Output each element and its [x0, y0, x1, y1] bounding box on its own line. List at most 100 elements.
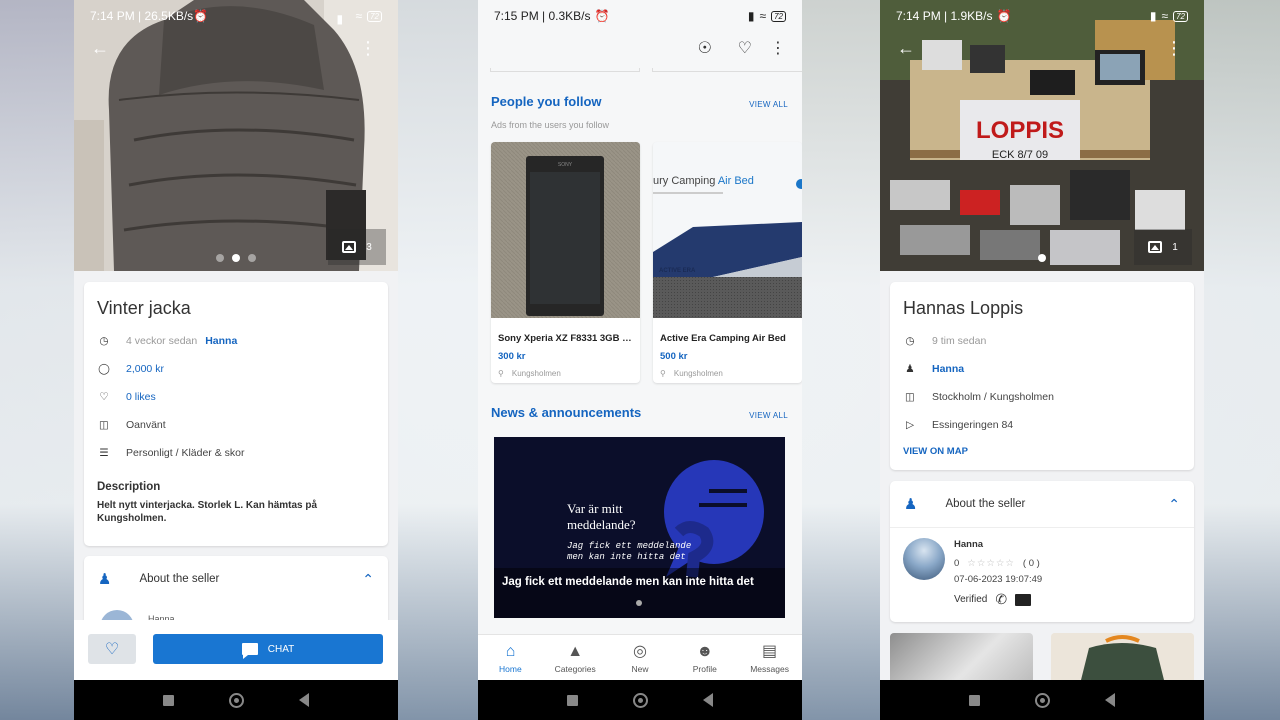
- background-blur-right: [1204, 0, 1280, 720]
- recents-button[interactable]: [969, 694, 980, 706]
- chevron-up-icon: ⌃: [362, 570, 374, 587]
- description-text: Helt nytt vinterjacka. Storlek L. Kan hä…: [97, 500, 318, 524]
- photo-count-button[interactable]: 3: [328, 229, 386, 265]
- notifications-icon[interactable]: ☉: [698, 38, 712, 58]
- back-button[interactable]: ←: [82, 30, 118, 66]
- status-bar: 7:14 PM | 1.9KB/s ⏰ ▮ ≈ 72: [880, 0, 1204, 32]
- status-bar: 7:15 PM | 0.3KB/s ⏰ ▮ ≈ 72: [478, 0, 802, 32]
- photo-count-button[interactable]: 1: [1134, 229, 1192, 265]
- heart-icon: ♡: [99, 391, 109, 403]
- about-seller-title: About the seller: [945, 498, 1026, 510]
- area-row: ◫ Stockholm / Kungsholmen: [890, 383, 1194, 411]
- chat-button[interactable]: CHAT: [153, 634, 383, 664]
- news-headline-1: Var är mitt: [567, 501, 623, 516]
- signal-icon: ▮: [336, 11, 344, 26]
- phone-product-image: SONY: [491, 142, 640, 318]
- home-button[interactable]: [229, 692, 244, 708]
- product-location-text: Kungsholmen: [673, 369, 723, 378]
- more-options-button[interactable]: ⋮: [350, 30, 386, 66]
- people-you-follow-subtitle: Ads from the users you follow: [491, 120, 610, 130]
- product-image-text: SONY: [558, 162, 573, 168]
- posted-row: ◷ 4 veckor sedan Hanna: [84, 327, 388, 355]
- view-all-news-link[interactable]: VIEW ALL: [749, 411, 788, 420]
- label-icon: ▷: [905, 419, 915, 431]
- news-carousel-dot: [636, 600, 642, 606]
- arrow-left-icon: ←: [897, 37, 915, 58]
- about-seller-header[interactable]: ♟ About the seller ⌃: [84, 556, 388, 602]
- seller-link[interactable]: Hanna: [932, 363, 964, 375]
- tab-home[interactable]: ⌂ Home: [478, 635, 543, 680]
- seller-link[interactable]: Hanna: [205, 335, 237, 347]
- product-image-text: ury Camping: [653, 175, 718, 187]
- listing-details-card: Vinter jacka ◷ 4 veckor sedan Hanna ◯ 2,…: [84, 282, 388, 546]
- avatar[interactable]: [903, 538, 945, 580]
- home-button[interactable]: [633, 692, 648, 708]
- system-back-button[interactable]: [299, 693, 309, 707]
- about-seller-title: About the seller: [139, 573, 220, 585]
- photo-count: 1: [1172, 241, 1178, 253]
- phone-icon[interactable]: ✆: [995, 591, 1007, 608]
- more-options-button[interactable]: ⋮: [1156, 30, 1192, 66]
- recents-button[interactable]: [163, 694, 174, 706]
- tab-label: New: [631, 664, 649, 674]
- related-listing-thumbnail[interactable]: [890, 633, 1033, 680]
- back-button[interactable]: ←: [888, 30, 924, 66]
- tab-label: Messages: [750, 664, 789, 674]
- email-icon[interactable]: [1015, 593, 1032, 606]
- alarm-icon: ⏰: [594, 9, 610, 23]
- system-back-button[interactable]: [1105, 693, 1115, 707]
- divider: [890, 527, 1194, 528]
- about-seller-header[interactable]: ♟ About the seller ⌃: [890, 481, 1194, 527]
- tab-new[interactable]: ◎ New: [608, 635, 673, 680]
- rating-value: 0: [954, 558, 960, 569]
- news-card[interactable]: Var är mitt meddelande? Jag fick ett med…: [494, 437, 785, 618]
- favorite-button[interactable]: ♡: [88, 634, 136, 664]
- tab-profile[interactable]: ☻ Profile: [672, 635, 737, 680]
- seller-name[interactable]: Hanna: [954, 539, 983, 550]
- recents-button[interactable]: [567, 694, 578, 706]
- condition-row: ◫ Oanvänt: [84, 411, 388, 439]
- listing-details-card: Hannas Loppis ◷ 9 tim sedan ♟ Hanna ◫ St…: [890, 282, 1194, 470]
- home-button[interactable]: [1035, 692, 1050, 708]
- svg-text:ury Camping Air Bed: ury Camping Air Bed: [653, 175, 754, 187]
- view-on-map-link[interactable]: VIEW ON MAP: [903, 446, 968, 457]
- alarm-icon: ⏰: [996, 9, 1012, 23]
- listing-photo-carousel[interactable]: 7:14 PM | 26.5KB/s ⏰ ▮ ≈ 72 ← ⋮ 3: [74, 0, 398, 271]
- likes-count[interactable]: 0 likes: [126, 391, 156, 403]
- categories-icon: ▲: [567, 643, 584, 660]
- garment-photo: [1051, 633, 1194, 680]
- condition-icon: ◫: [99, 419, 109, 431]
- person-icon: ♟: [905, 363, 915, 375]
- product-card[interactable]: ury Camping Air Bed ACTIVE ERA Active Er…: [653, 142, 802, 383]
- loppis-photo-carousel[interactable]: LOPPIS ECK 8/7 09 7:14 PM | 1.9KB/s ⏰ ▮ …: [880, 0, 1204, 271]
- previous-card-edge: [490, 68, 640, 72]
- signal-icon: ▮: [1149, 9, 1157, 23]
- related-listing-thumbnail[interactable]: [1051, 633, 1194, 680]
- more-vert-icon[interactable]: ⋮: [770, 38, 786, 58]
- location-pin-icon: ⚲: [498, 369, 504, 378]
- loppis-screen: LOPPIS ECK 8/7 09 7:14 PM | 1.9KB/s ⏰ ▮ …: [880, 0, 1204, 720]
- product-location-text: Kungsholmen: [511, 369, 561, 378]
- background-blur-middle-1: [398, 0, 478, 720]
- verified-row: Verified ✆: [954, 591, 1032, 608]
- system-nav-bar: [74, 680, 398, 720]
- tab-label: Profile: [692, 664, 717, 674]
- system-back-button[interactable]: [703, 693, 713, 707]
- news-subline-2: men kan inte hitta det: [567, 552, 686, 562]
- tab-categories[interactable]: ▲ Categories: [543, 635, 608, 680]
- home-icon: ⌂: [505, 643, 516, 660]
- wifi-icon: ≈: [355, 9, 363, 23]
- view-all-following-link[interactable]: VIEW ALL: [749, 100, 788, 109]
- product-location: ⚲ Kungsholmen: [491, 362, 640, 378]
- battery-icon: 72: [367, 10, 382, 22]
- more-vert-icon: ⋮: [1165, 37, 1183, 58]
- status-time: 7:14 PM | 1.9KB/s: [896, 9, 993, 23]
- tab-messages[interactable]: ▤ Messages: [737, 635, 802, 680]
- sign-text: LOPPIS: [976, 117, 1064, 144]
- carousel-dot-active: [232, 254, 240, 262]
- news-caption: Jag fick ett meddelande men kan inte hit…: [494, 568, 785, 618]
- chevron-up-icon: ⌃: [1168, 495, 1180, 512]
- product-card[interactable]: SONY Sony Xperia XZ F8331 3GB RAM 300 kr…: [491, 142, 640, 383]
- favorites-icon[interactable]: ♡: [738, 38, 752, 58]
- rating-count: ( 0 ): [1022, 558, 1040, 569]
